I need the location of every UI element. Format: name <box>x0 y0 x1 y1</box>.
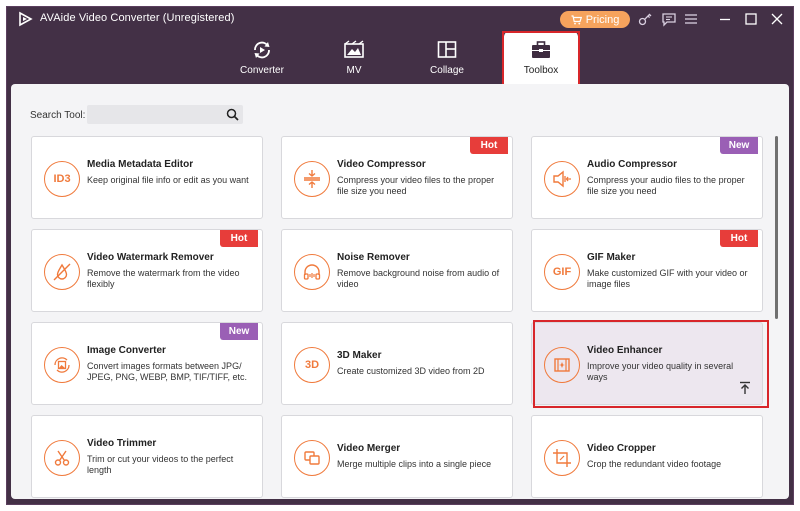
cart-icon <box>571 14 582 24</box>
tool-card-video-cropper[interactable]: Video Cropper Crop the redundant video f… <box>531 415 763 498</box>
toolbox-highlight-frame <box>502 31 580 86</box>
maximize-icon[interactable] <box>743 11 759 27</box>
headphones-icon <box>294 254 330 290</box>
3d-icon: 3D <box>294 347 330 383</box>
collage-icon <box>437 41 457 58</box>
tool-title: Video Trimmer <box>87 438 157 449</box>
watermark-remove-icon <box>44 254 80 290</box>
merge-icon <box>294 440 330 476</box>
pricing-button[interactable]: Pricing <box>560 11 630 28</box>
tool-description: Merge multiple clips into a single piece <box>337 459 492 469</box>
icon-text: GIF <box>552 266 572 278</box>
compress-icon <box>294 161 330 197</box>
gif-icon: GIF <box>544 254 580 290</box>
app-window: AVAide Video Converter (Unregistered) Pr… <box>6 6 794 505</box>
tool-card-video-trimmer[interactable]: Video Trimmer Trim or cut your videos to… <box>31 415 263 498</box>
tab-collage[interactable]: Collage <box>412 37 482 85</box>
tool-card-3d-maker[interactable]: 3D 3D Maker Create customized 3D video f… <box>281 322 513 405</box>
converter-icon <box>254 41 270 59</box>
tool-card-noise-remover[interactable]: Noise Remover Remove background noise fr… <box>281 229 513 312</box>
id3-icon: ID3 <box>44 161 80 197</box>
tab-label: Converter <box>240 65 284 76</box>
tool-card-audio-compressor[interactable]: New Audio Compressor Compress your audio… <box>531 136 763 219</box>
tool-description: Convert images formats between JPG/ JPEG… <box>87 361 248 382</box>
chat-icon[interactable] <box>661 11 677 27</box>
tool-title: Video Compressor <box>337 159 426 170</box>
tab-label: Collage <box>430 65 464 76</box>
mv-icon <box>344 40 364 58</box>
tool-card-gif-maker[interactable]: Hot GIF GIF Maker Make customized GIF wi… <box>531 229 763 312</box>
tool-title: Video Merger <box>337 443 401 454</box>
tool-title: Video Cropper <box>587 443 656 454</box>
tool-title: 3D Maker <box>337 350 382 361</box>
tool-description: Crop the redundant video footage <box>587 459 722 469</box>
app-logo-icon <box>19 11 33 27</box>
key-icon[interactable] <box>637 11 653 27</box>
tool-description: Keep original file info or edit as you w… <box>87 175 249 185</box>
tool-card-video-watermark-remover[interactable]: Hot Video Watermark Remover Remove the w… <box>31 229 263 312</box>
pricing-label: Pricing <box>585 13 620 26</box>
tool-description: Make customized GIF with your video or i… <box>587 268 748 289</box>
app-title: AVAide Video Converter (Unregistered) <box>40 12 235 24</box>
icon-text: 3D <box>304 359 320 371</box>
scrollbar-thumb[interactable] <box>775 136 778 319</box>
search-label: Search Tool: <box>30 110 86 121</box>
tool-card-video-compressor[interactable]: Hot Video Compressor Compress your video… <box>281 136 513 219</box>
tool-card-video-merger[interactable]: Video Merger Merge multiple clips into a… <box>281 415 513 498</box>
tool-title: Video Watermark Remover <box>87 252 214 263</box>
search-icon[interactable] <box>226 108 239 121</box>
hot-badge: Hot <box>470 137 508 154</box>
tool-description: Remove background noise from audio of vi… <box>337 268 500 289</box>
tab-converter[interactable]: Converter <box>227 37 297 85</box>
tool-title: Image Converter <box>87 345 166 356</box>
new-badge: New <box>220 323 258 340</box>
new-badge: New <box>720 137 758 154</box>
tool-description: Create customized 3D video from 2D <box>337 366 485 376</box>
tool-description: Trim or cut your videos to the perfect l… <box>87 454 234 475</box>
toolbox-panel: Search Tool: ID3 Media Metadata Editor K… <box>11 84 789 499</box>
tool-description: Compress your video files to the proper … <box>337 175 495 196</box>
scissors-icon <box>44 440 80 476</box>
tool-card-media-metadata-editor[interactable]: ID3 Media Metadata Editor Keep original … <box>31 136 263 219</box>
video-enhancer-highlight-frame <box>533 320 769 408</box>
tool-title: Noise Remover <box>337 252 410 263</box>
tab-mv[interactable]: MV <box>319 37 389 85</box>
tool-description: Remove the watermark from the video flex… <box>87 268 240 289</box>
tool-description: Compress your audio files to the proper … <box>587 175 745 196</box>
menu-icon[interactable] <box>683 11 699 27</box>
audio-compress-icon <box>544 161 580 197</box>
hot-badge: Hot <box>220 230 258 247</box>
crop-icon <box>544 440 580 476</box>
tool-card-image-converter[interactable]: New Image Converter Convert images forma… <box>31 322 263 405</box>
title-bar: AVAide Video Converter (Unregistered) Pr… <box>7 7 793 31</box>
image-convert-icon <box>44 347 80 383</box>
search-input[interactable] <box>87 105 243 124</box>
tool-title: GIF Maker <box>587 252 636 263</box>
tool-title: Media Metadata Editor <box>87 159 194 170</box>
icon-text: ID3 <box>53 173 71 185</box>
tab-label: MV <box>346 65 362 76</box>
hot-badge: Hot <box>720 230 758 247</box>
minimize-icon[interactable] <box>717 11 733 27</box>
close-icon[interactable] <box>769 11 785 27</box>
tool-title: Audio Compressor <box>587 159 678 170</box>
